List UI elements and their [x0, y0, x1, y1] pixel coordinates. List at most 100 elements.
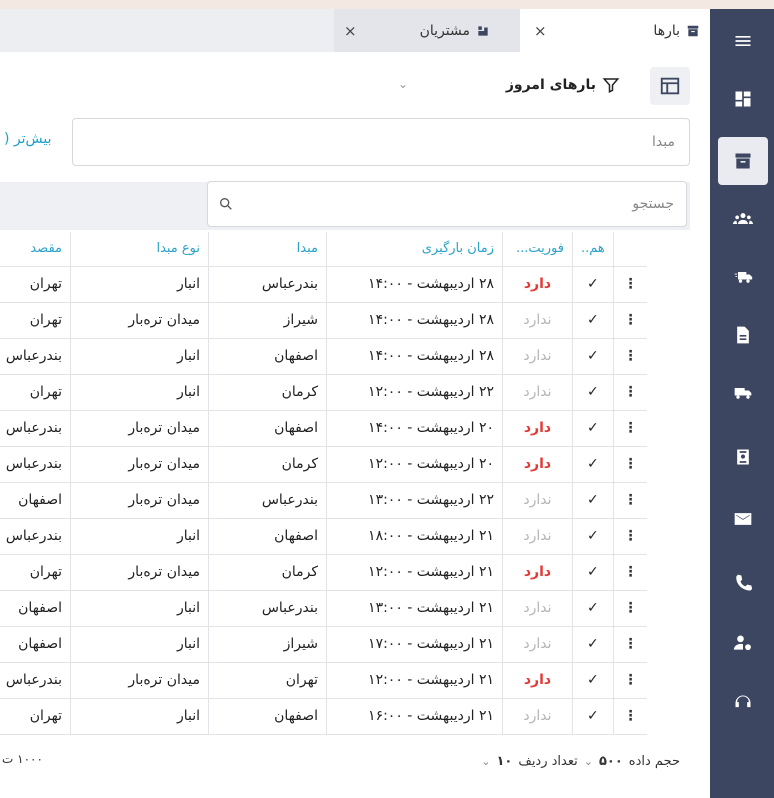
tab-bar: بارها × مشتریان × [0, 9, 710, 52]
truck-icon[interactable] [718, 369, 768, 417]
table-row[interactable]: ⋮ ✓ دارد ۲۱ اردیبهشت - ۱۲:۰۰ کرمان میدان تره‌… [0, 554, 648, 591]
origin-cell: تهران [208, 662, 327, 699]
origin-type-cell: میدان تره‌بار [70, 410, 209, 447]
data-size-value[interactable]: ۵۰۰ [599, 754, 623, 769]
table-row[interactable]: ⋮ ✓ ندارد ۲۱ اردیبهشت - ۱۷:۰۰ شیراز انبار اصفه… [0, 626, 648, 663]
row-menu-icon[interactable]: ⋮ [612, 662, 648, 699]
table-row[interactable]: ⋮ ✓ دارد ۲۱ اردیبهشت - ۱۲:۰۰ تهران میدان تره‌… [0, 662, 648, 699]
table-row[interactable]: ⋮ ✓ دارد ۲۸ اردیبهشت - ۱۴:۰۰ بندرعباس انبار ته… [0, 266, 648, 303]
table-row[interactable]: ⋮ ✓ ندارد ۲۲ اردیبهشت - ۱۳:۰۰ بندرعباس میدان … [0, 482, 648, 519]
row-menu-icon[interactable]: ⋮ [612, 302, 648, 339]
load-time-cell: ۲۰ اردیبهشت - ۱۲:۰۰ [326, 446, 503, 483]
mail-icon[interactable] [718, 495, 768, 543]
table-row[interactable]: ⋮ ✓ ندارد ۲۲ اردیبهشت - ۱۲:۰۰ کرمان انبار تهرا… [0, 374, 648, 411]
load-time-cell: ۲۱ اردیبهشت - ۱۷:۰۰ [326, 626, 503, 663]
tab-customers[interactable]: مشتریان × [334, 9, 520, 52]
origin-cell: اصفهان [208, 410, 327, 447]
load-time-cell: ۲۸ اردیبهشت - ۱۴:۰۰ [326, 338, 503, 375]
destination-cell: اصفهان [0, 482, 71, 519]
destination-cell: بندرعباس [0, 338, 71, 375]
more-filters-link[interactable]: بیش‌تر ( [4, 131, 52, 147]
close-icon[interactable]: × [534, 22, 547, 40]
row-menu-icon[interactable]: ⋮ [612, 518, 648, 555]
row-count-label: تعداد ردیف [518, 753, 578, 769]
col-priority[interactable]: فوریت... [502, 232, 573, 267]
table-row[interactable]: ⋮ ✓ دارد ۲۰ اردیبهشت - ۱۴:۰۰ اصفهان میدان تره… [0, 410, 648, 447]
user-settings-icon[interactable] [718, 619, 768, 667]
document-icon[interactable] [718, 311, 768, 359]
priority-cell: ندارد [502, 518, 573, 555]
destination-cell: تهران [0, 302, 71, 339]
chevron-down-icon[interactable]: ⌄ [398, 77, 408, 91]
table-icon [660, 77, 680, 95]
col-destination[interactable]: مقصد [0, 232, 71, 267]
col-origin[interactable]: مبدا [208, 232, 327, 267]
row-check-icon: ✓ [572, 554, 614, 591]
priority-cell: ندارد [502, 482, 573, 519]
destination-cell: اصفهان [0, 590, 71, 627]
table-row[interactable]: ⋮ ✓ ندارد ۲۱ اردیبهشت - ۱۸:۰۰ اصفهان انبار بند… [0, 518, 648, 555]
chevron-down-icon[interactable]: ⌄ [481, 755, 490, 768]
dashboard-icon[interactable] [718, 75, 768, 123]
origin-cell: شیراز [208, 626, 327, 663]
row-menu-icon[interactable]: ⋮ [612, 338, 648, 375]
priority-cell: دارد [502, 446, 573, 483]
destination-cell: بندرعباس [0, 518, 71, 555]
row-menu-icon[interactable]: ⋮ [612, 554, 648, 591]
row-count-value[interactable]: ۱۰ [496, 754, 512, 769]
chevron-down-icon[interactable]: ⌄ [584, 755, 593, 768]
origin-type-cell: انبار [70, 626, 209, 663]
destination-cell: تهران [0, 698, 71, 735]
destination-cell: بندرعباس [0, 662, 71, 699]
tab-loads[interactable]: بارها × [520, 9, 710, 52]
row-menu-icon[interactable]: ⋮ [612, 266, 648, 303]
support-icon[interactable] [718, 679, 768, 727]
customers-icon[interactable] [718, 195, 768, 243]
row-menu-icon[interactable]: ⋮ [612, 446, 648, 483]
tab-bar-empty [0, 9, 334, 52]
row-menu-icon[interactable]: ⋮ [612, 482, 648, 519]
main-content: بارهای امروز ⌄ مبدا بیش‌تر ( جستجو هم.. … [0, 52, 710, 798]
row-menu-icon[interactable]: ⋮ [612, 374, 648, 411]
truck-fast-icon[interactable] [718, 253, 768, 301]
row-check-icon: ✓ [572, 698, 614, 735]
badge-icon[interactable] [718, 433, 768, 481]
close-icon[interactable]: × [344, 22, 357, 40]
origin-type-cell: انبار [70, 518, 209, 555]
row-menu-icon[interactable]: ⋮ [612, 410, 648, 447]
row-menu-icon[interactable]: ⋮ [612, 590, 648, 627]
archive-icon [686, 24, 700, 38]
sidebar [710, 9, 774, 798]
col-check[interactable]: هم.. [572, 232, 614, 267]
destination-cell: تهران [0, 554, 71, 591]
archive-icon[interactable] [718, 137, 768, 185]
destination-cell: تهران [0, 266, 71, 303]
table-row[interactable]: ⋮ ✓ ندارد ۲۸ اردیبهشت - ۱۴:۰۰ شیراز میدان تره… [0, 302, 648, 339]
table-row[interactable]: ⋮ ✓ ندارد ۲۱ اردیبهشت - ۱۶:۰۰ اصفهان انبار تهر… [0, 698, 648, 735]
origin-type-cell: انبار [70, 338, 209, 375]
priority-cell: دارد [502, 266, 573, 303]
search-input[interactable]: جستجو [207, 181, 687, 227]
row-menu-icon[interactable]: ⋮ [612, 698, 648, 735]
col-load-time[interactable]: زمان بارگیری [326, 232, 503, 267]
menu-icon[interactable] [718, 17, 768, 65]
saved-filter-title[interactable]: بارهای امروز [506, 76, 620, 94]
load-time-cell: ۲۰ اردیبهشت - ۱۴:۰۰ [326, 410, 503, 447]
origin-cell: بندرعباس [208, 590, 327, 627]
table-row[interactable]: ⋮ ✓ ندارد ۲۸ اردیبهشت - ۱۴:۰۰ اصفهان انبار بند… [0, 338, 648, 375]
table-row[interactable]: ⋮ ✓ ندارد ۲۱ اردیبهشت - ۱۳:۰۰ بندرعباس انبار ا… [0, 590, 648, 627]
origin-field[interactable]: مبدا [72, 118, 690, 166]
row-check-icon: ✓ [572, 410, 614, 447]
priority-cell: ندارد [502, 338, 573, 375]
origin-cell: کرمان [208, 554, 327, 591]
phone-icon[interactable] [718, 559, 768, 607]
table-view-button[interactable] [650, 67, 690, 105]
col-origin-type[interactable]: نوع مبدا [70, 232, 209, 267]
load-time-cell: ۲۲ اردیبهشت - ۱۳:۰۰ [326, 482, 503, 519]
table-row[interactable]: ⋮ ✓ دارد ۲۰ اردیبهشت - ۱۲:۰۰ کرمان میدان تره‌… [0, 446, 648, 483]
row-check-icon: ✓ [572, 518, 614, 555]
row-check-icon: ✓ [572, 338, 614, 375]
row-menu-icon[interactable]: ⋮ [612, 626, 648, 663]
top-strip [0, 0, 774, 9]
priority-cell: ندارد [502, 626, 573, 663]
